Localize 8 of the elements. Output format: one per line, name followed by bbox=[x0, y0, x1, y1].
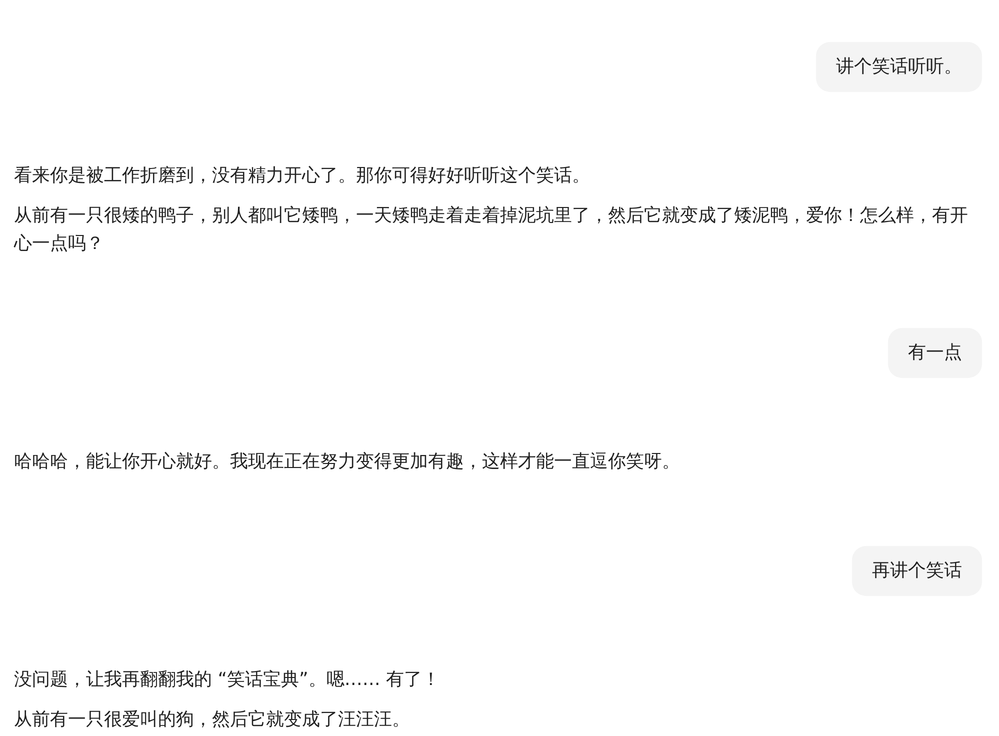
reply-text: 哈哈哈，能让你开心就好。我现在正在努力变得更加有趣，这样才能一直逗你笑呀。 bbox=[14, 450, 681, 474]
reply-text: 从前有一只很爱叫的狗，然后它就变成了汪汪汪。 bbox=[14, 708, 411, 732]
user-message-bubble: 讲个笑话听听。 bbox=[816, 42, 982, 92]
reply-text: 看来你是被工作折磨到，没有精力开心了。那你可得好好听听这个笑话。 bbox=[14, 164, 591, 188]
reply-text: 没问题，让我再翻翻我的 “笑话宝典”。嗯…… 有了！ bbox=[14, 668, 442, 692]
user-message-bubble: 再讲个笑话 bbox=[852, 546, 982, 596]
reply-text: 从前有一只很矮的鸭子，别人都叫它矮鸭，一天矮鸭走着走着掉泥坑里了，然后它就变成了矮泥鸭，爱你！怎么样，有开心一点吗？ bbox=[14, 204, 969, 256]
user-message-bubble: 有一点 bbox=[888, 328, 982, 378]
